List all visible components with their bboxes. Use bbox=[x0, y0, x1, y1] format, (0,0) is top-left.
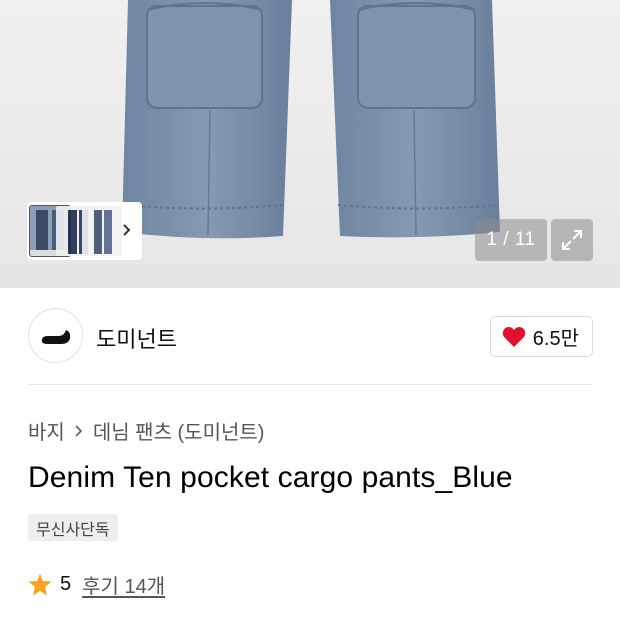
exclusive-badge: 무신사단독 bbox=[28, 514, 118, 541]
thumbnail-3[interactable] bbox=[82, 206, 122, 256]
rating-summary: 5 후기 14개 bbox=[28, 570, 165, 599]
like-button[interactable]: 6.5만 bbox=[489, 316, 593, 357]
breadcrumb: 바지 데님 팬츠 (도미넌트) bbox=[28, 416, 264, 445]
chevron-right-icon[interactable] bbox=[120, 220, 134, 240]
brand-logo[interactable] bbox=[28, 308, 83, 363]
rating-score: 5 bbox=[60, 573, 72, 595]
product-image-gallery[interactable]: 1 / 11 bbox=[0, 0, 620, 288]
breadcrumb-category[interactable]: 바지 bbox=[28, 416, 65, 445]
star-icon bbox=[28, 573, 52, 596]
review-count-link[interactable]: 후기 14개 bbox=[82, 570, 165, 599]
expand-icon bbox=[562, 230, 582, 250]
brand-logo-icon bbox=[41, 329, 70, 344]
divider bbox=[28, 384, 593, 385]
brand-name[interactable]: 도미넌트 bbox=[96, 322, 177, 354]
heart-icon bbox=[502, 326, 526, 347]
breadcrumb-subcategory[interactable]: 데님 팬츠 (도미넌트) bbox=[93, 416, 265, 445]
brand-row: 도미넌트 6.5만 bbox=[28, 308, 593, 364]
thumbnail-strip[interactable] bbox=[27, 202, 142, 260]
expand-button[interactable] bbox=[551, 219, 593, 261]
product-title: Denim Ten pocket cargo pants_Blue bbox=[28, 461, 513, 494]
chevron-right-icon bbox=[75, 424, 83, 437]
image-counter: 1 / 11 bbox=[475, 219, 547, 261]
like-count: 6.5만 bbox=[532, 328, 579, 350]
